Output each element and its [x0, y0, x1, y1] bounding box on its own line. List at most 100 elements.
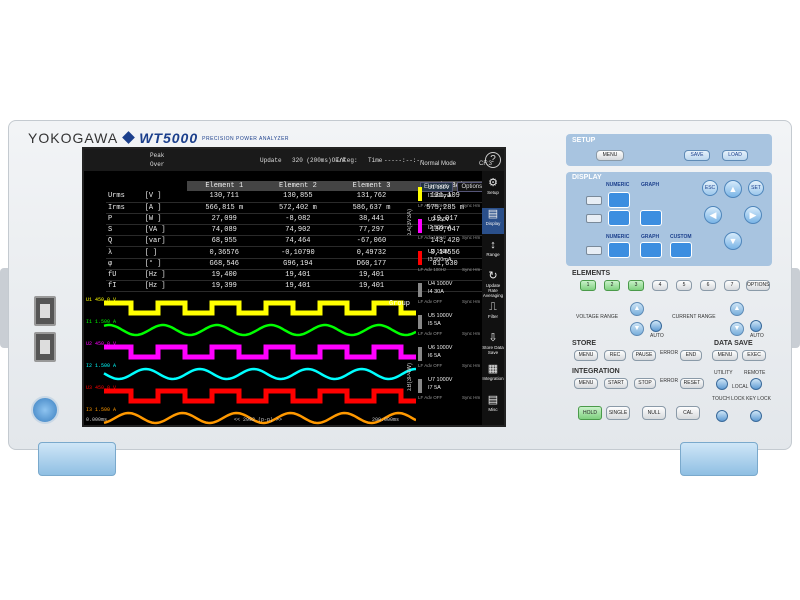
rec-button[interactable]: REC: [604, 350, 626, 361]
key-lock-button[interactable]: [750, 410, 762, 422]
over-label: Over: [150, 161, 165, 168]
element-color-bar: [418, 315, 422, 329]
start-button[interactable]: START: [604, 378, 628, 389]
custom-key[interactable]: [670, 242, 692, 258]
voltage-auto-button[interactable]: [650, 320, 662, 332]
arrow-down-button[interactable]: ▼: [724, 232, 742, 250]
null-button[interactable]: NULL: [642, 406, 666, 420]
usb-port-1[interactable]: [34, 296, 56, 326]
setup-menu-button[interactable]: MENU: [596, 150, 624, 161]
element-item[interactable]: U2 150V I2 500mA LF Adv 100Hz Sync Hm: [418, 217, 488, 245]
element-key-3[interactable]: 3: [628, 280, 644, 291]
graph-key-1[interactable]: [640, 210, 662, 226]
store-menu-button[interactable]: MENU: [574, 350, 598, 361]
menu-item[interactable]: ▦ Integration: [482, 363, 504, 389]
exec-button[interactable]: EXEC: [742, 350, 766, 361]
touch-lock-button[interactable]: [716, 410, 728, 422]
table-cell: 0,36576: [187, 246, 262, 259]
current-auto-button[interactable]: [750, 320, 762, 332]
utility-button[interactable]: [716, 378, 728, 390]
usb-port-2[interactable]: [34, 332, 56, 362]
save-button[interactable]: SAVE: [684, 150, 710, 161]
data-save-title: DATA SAVE: [714, 340, 753, 347]
menu-item[interactable]: ▤ Misc: [482, 394, 504, 420]
display-split-key-3[interactable]: [586, 246, 602, 255]
element-key-5[interactable]: 5: [676, 280, 692, 291]
time-start: 0.000ms: [86, 417, 108, 423]
store-end-button[interactable]: END: [680, 350, 702, 361]
power-button[interactable]: [31, 396, 59, 424]
data-save-menu-button[interactable]: MENU: [712, 350, 738, 361]
current-range-down[interactable]: ▼: [730, 322, 744, 336]
options-button[interactable]: OPTIONS: [746, 280, 770, 291]
esc-button[interactable]: ESC: [702, 180, 718, 196]
pause-button[interactable]: PAUSE: [632, 350, 656, 361]
voltage-range-up[interactable]: ▲: [630, 302, 644, 316]
table-cell: 19,401: [261, 269, 335, 282]
arrow-left-button[interactable]: ◀: [704, 206, 722, 224]
element-filter: LF Adv 100Hz: [418, 267, 447, 272]
element-item[interactable]: U5 1000V I5 5A LF Adv OFF Sync Hm: [418, 313, 488, 341]
element-color-bar: [418, 347, 422, 361]
display-split-key-1[interactable]: [586, 196, 602, 205]
element-filter: LF Adv OFF: [418, 363, 443, 368]
element-item[interactable]: U1 150V I1 500mA LF Adv 100Hz Sync Hm: [418, 185, 488, 213]
numeric-key-3[interactable]: [608, 242, 630, 258]
arrow-right-button[interactable]: ▶: [744, 206, 762, 224]
graph-key-2[interactable]: [640, 242, 662, 258]
element-item[interactable]: U4 1000V I4 30A LF Adv OFF Sync Hm: [418, 281, 488, 309]
load-button[interactable]: LOAD: [722, 150, 748, 161]
table-cell: 74,464: [261, 235, 335, 248]
reset-button[interactable]: RESET: [680, 378, 704, 389]
waveform-area: U1 450.0 V I1 1.500 A U2 450.0 V I2 1.500 A…: [84, 295, 416, 425]
element-filter: LF Adv 100Hz: [418, 235, 447, 240]
element-voltage-range: U4 1000V: [428, 281, 453, 287]
table-cell: [VA ]: [142, 224, 188, 237]
voltage-range-down[interactable]: ▼: [630, 322, 644, 336]
element-sync: Sync Hm: [462, 331, 481, 336]
time-value: -----:--:--: [384, 157, 424, 164]
model-subtitle: PRECISION POWER ANALYZER: [202, 136, 290, 143]
element-current-range: I3 500mA: [428, 257, 452, 263]
table-cell: -0,10790: [261, 246, 335, 259]
numeric-key-2[interactable]: [608, 210, 630, 226]
numeric-key-1[interactable]: [608, 192, 630, 208]
display-split-key-2[interactable]: [586, 214, 602, 223]
key-lock-label: KEY LOCK: [746, 396, 771, 402]
element-item[interactable]: U3 150V I3 500mA LF Adv 100Hz Sync Hm: [418, 249, 488, 277]
menu-item[interactable]: ↕ Range: [482, 239, 504, 265]
menu-item[interactable]: ▤ Display: [482, 208, 504, 234]
stop-button[interactable]: STOP: [634, 378, 656, 389]
element-key-7[interactable]: 7: [724, 280, 740, 291]
cal-button[interactable]: CAL: [676, 406, 700, 420]
element-item[interactable]: U7 1000V I7 5A LF Adv OFF Sync Hm: [418, 377, 488, 405]
set-button[interactable]: SET: [748, 180, 764, 196]
menu-label: Misc: [488, 407, 498, 412]
menu-item[interactable]: ⚙ Setup: [482, 177, 504, 203]
element-voltage-range: U3 150V: [428, 249, 450, 255]
table-cell: λ: [106, 246, 143, 259]
remote-button[interactable]: [750, 378, 762, 390]
touch-lock-label: TOUCH LOCK: [712, 396, 745, 402]
element-sync: Sync Hm: [462, 267, 481, 272]
arrow-up-button[interactable]: ▲: [724, 180, 742, 198]
current-range-label: CURRENT RANGE: [672, 314, 716, 320]
update-label: Update: [260, 157, 282, 164]
hold-button[interactable]: HOLD: [578, 406, 602, 420]
voltage-range-label: VOLTAGE RANGE: [576, 314, 619, 320]
menu-label: Filter: [488, 314, 498, 319]
element-key-4[interactable]: 4: [652, 280, 668, 291]
element-key-6[interactable]: 6: [700, 280, 716, 291]
element-item[interactable]: U6 1000V I6 5A LF Adv OFF Sync Hm: [418, 345, 488, 373]
menu-item[interactable]: ⎍ Filter: [482, 301, 504, 327]
table-cell: [ ]: [142, 246, 188, 259]
element-color-bar: [418, 251, 422, 265]
element-key-1[interactable]: 1: [580, 280, 596, 291]
integration-menu-button[interactable]: MENU: [574, 378, 598, 389]
single-button[interactable]: SINGLE: [606, 406, 630, 420]
menu-item[interactable]: ↻ Update Rate Averaging: [482, 270, 504, 298]
current-range-up[interactable]: ▲: [730, 302, 744, 316]
table-cell: [var]: [142, 235, 188, 248]
element-key-2[interactable]: 2: [604, 280, 620, 291]
menu-item[interactable]: ⇩ Store Data Save: [482, 332, 504, 358]
